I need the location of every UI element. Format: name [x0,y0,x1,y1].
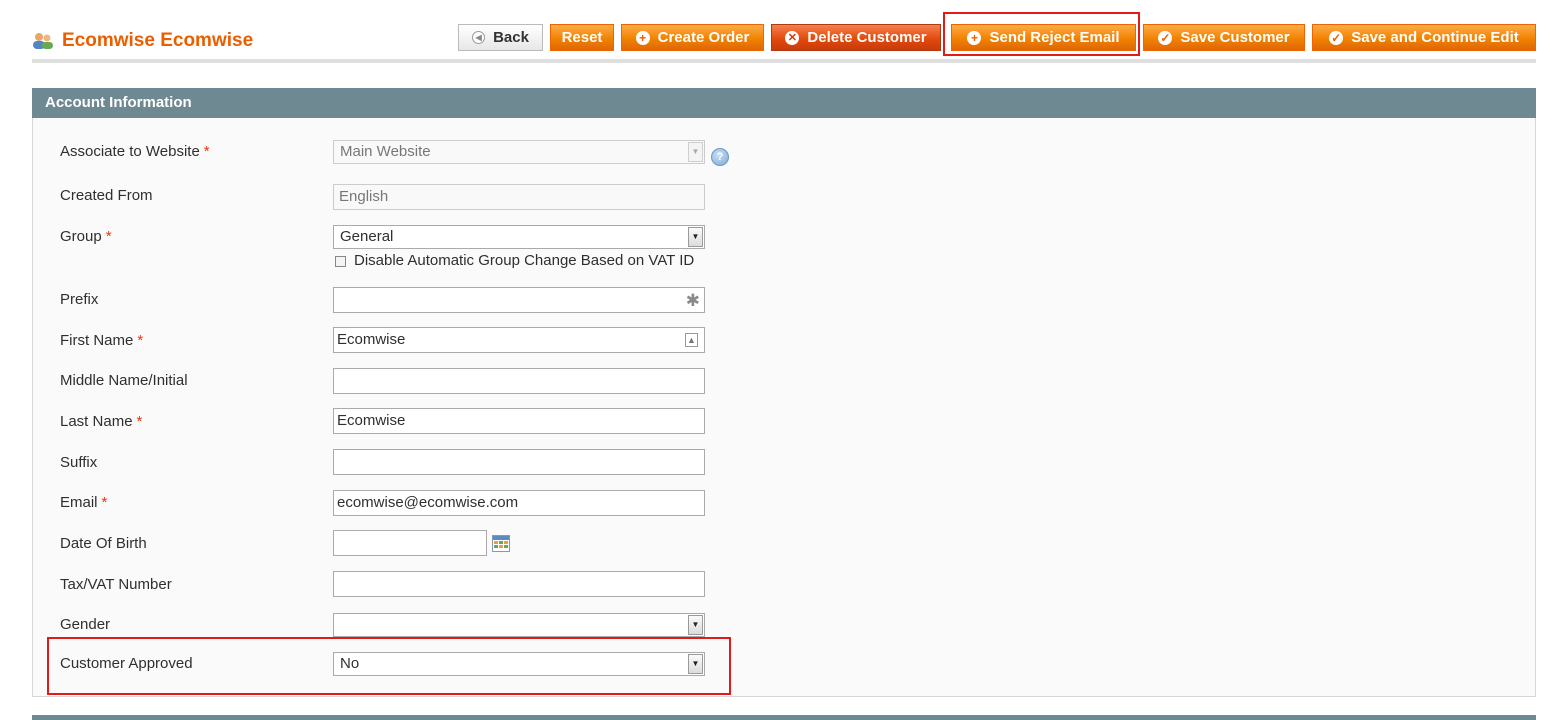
save-customer-button-label: Save Customer [1180,29,1290,46]
chevron-down-icon: ▼ [688,142,703,162]
delete-x-icon: ✕ [785,30,800,45]
back-button-label: Back [493,29,529,46]
first-name-label-text: First Name [60,332,134,349]
first-name-value: Ecomwise [337,331,406,348]
account-information-fieldset [32,118,1536,697]
disable-auto-group-label: Disable Automatic Group Change Based on … [354,252,695,269]
highlight-box-send-reject [943,12,1140,56]
calendar-icon[interactable] [492,535,510,552]
checkmark-icon: ✓ [1329,30,1344,45]
header-divider [32,59,1536,63]
group-label: Group * [60,228,112,245]
customer-users-icon [33,33,53,49]
email-label: Email * [60,494,107,511]
gender-label: Gender [60,616,110,633]
next-section-header-edge [32,715,1536,720]
create-order-button[interactable]: + Create Order [621,24,764,51]
save-continue-edit-button[interactable]: ✓ Save and Continue Edit [1312,24,1536,51]
suffix-label: Suffix [60,454,97,471]
required-marker: * [101,494,108,511]
suffix-label-text: Suffix [60,454,98,471]
required-marker: * [105,228,112,245]
taxvat-label: Tax/VAT Number [60,576,172,593]
help-icon[interactable]: ? [711,148,729,166]
prefix-input[interactable]: ✱ [333,287,705,313]
last-name-label-text: Last Name [60,413,133,430]
group-select[interactable]: General ▼ [333,225,705,249]
website-label: Associate to Website * [60,143,210,160]
middle-name-input[interactable] [333,368,705,394]
prefix-label: Prefix [60,291,98,308]
taxvat-input[interactable] [333,571,705,597]
last-name-label: Last Name * [60,413,142,430]
email-value: ecomwise@ecomwise.com [337,494,519,511]
chevron-down-icon: ▼ [688,615,703,635]
reset-button-label: Reset [561,29,603,46]
chevron-down-icon: ▼ [688,227,703,247]
page-title: Ecomwise Ecomwise [32,30,253,52]
created-from-value: English [339,188,389,205]
website-select-value: Main Website [340,143,431,160]
created-from-label-text: Created From [60,187,153,204]
dob-label-text: Date Of Birth [60,535,147,552]
arrow-left-icon: ◀ [472,31,486,44]
section-title: Account Information [45,94,192,111]
email-label-text: Email [60,494,98,511]
gender-label-text: Gender [60,616,111,633]
middle-name-label: Middle Name/Initial [60,372,188,389]
disable-auto-group-checkbox[interactable] [335,256,346,267]
website-select[interactable]: Main Website ▼ [333,140,705,164]
dob-label: Date Of Birth [60,535,147,552]
first-name-input[interactable]: Ecomwise ▲ [333,327,705,353]
checkmark-icon: ✓ [1158,30,1173,45]
section-header: Account Information [32,88,1536,118]
asterisk-icon: ✱ [685,291,700,310]
delete-customer-button[interactable]: ✕ Delete Customer [771,24,941,51]
page-title-text: Ecomwise Ecomwise [62,30,254,51]
create-order-button-label: Create Order [657,29,750,46]
back-button[interactable]: ◀ Back [458,24,543,51]
group-select-value: General [340,228,394,245]
required-marker: * [136,413,143,430]
delete-customer-button-label: Delete Customer [807,29,927,46]
email-field[interactable]: ecomwise@ecomwise.com [333,490,705,516]
save-continue-edit-button-label: Save and Continue Edit [1351,29,1519,46]
middle-name-label-text: Middle Name/Initial [60,372,188,389]
gender-select[interactable]: ▼ [333,613,705,637]
highlight-box-customer-approved [47,637,731,695]
created-from-label: Created From [60,187,153,204]
required-marker: * [137,332,144,349]
taxvat-label-text: Tax/VAT Number [60,576,172,593]
plus-icon: + [635,30,650,45]
last-name-value: Ecomwise [337,412,406,429]
last-name-input[interactable]: Ecomwise [333,408,705,434]
save-customer-button[interactable]: ✓ Save Customer [1143,24,1305,51]
website-label-text: Associate to Website [60,143,200,160]
suffix-input[interactable] [333,449,705,475]
prefix-label-text: Prefix [60,291,99,308]
reset-button[interactable]: Reset [550,24,614,51]
first-name-label: First Name * [60,332,143,349]
contact-card-icon: ▲ [685,333,698,347]
dob-input[interactable] [333,530,487,556]
created-from-input[interactable]: English [333,184,705,210]
group-label-text: Group [60,228,102,245]
required-marker: * [203,143,210,160]
